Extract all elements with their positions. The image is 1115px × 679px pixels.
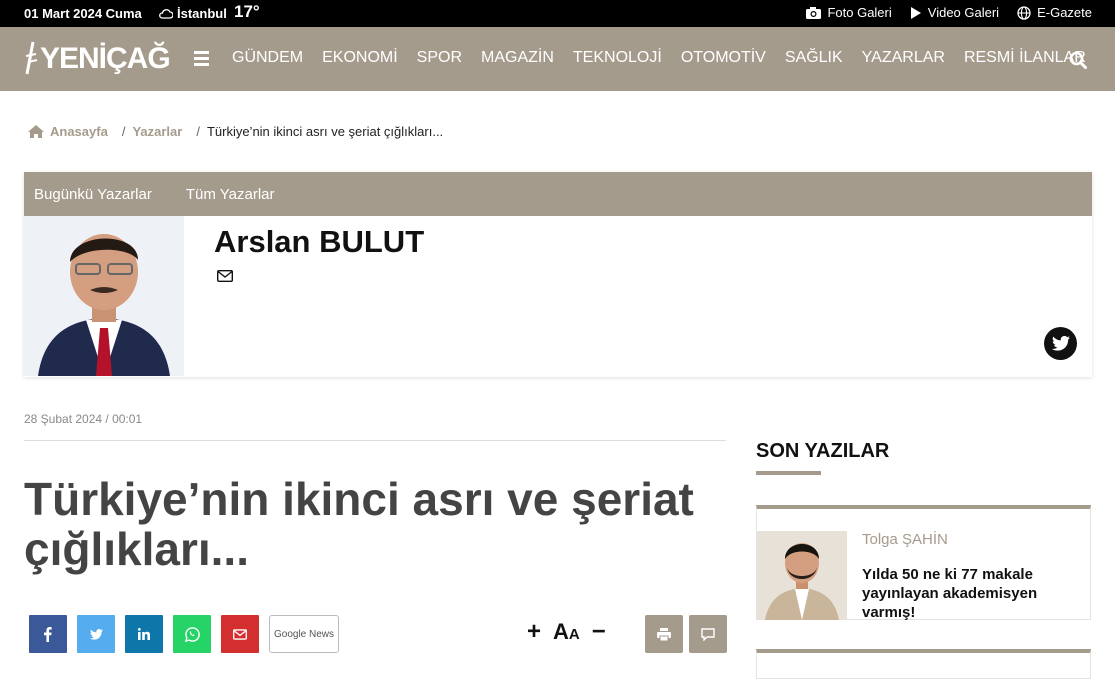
breadcrumb-home-label: Anasayfa bbox=[50, 124, 108, 139]
comment-button[interactable] bbox=[689, 615, 727, 653]
menu-item-otomotiv[interactable]: OTOMOTİV bbox=[681, 49, 766, 67]
breadcrumb-yazarlar[interactable]: Yazarlar bbox=[132, 124, 182, 139]
font-size-icon: AA bbox=[553, 619, 580, 645]
video-gallery-link[interactable]: Video Galeri bbox=[910, 5, 999, 20]
home-icon bbox=[28, 125, 44, 138]
breadcrumb-separator: / bbox=[196, 124, 200, 139]
author-box: Bugünkü Yazarlar Tüm Yazarlar Arslan BUL… bbox=[24, 172, 1092, 377]
author-name: Arslan BULUT bbox=[214, 224, 425, 259]
sidebar-title-underline bbox=[756, 471, 821, 475]
photo-gallery-label: Foto Galeri bbox=[827, 5, 892, 20]
weather-temp: 17° bbox=[234, 2, 260, 21]
twitter-share-button[interactable] bbox=[77, 615, 115, 653]
play-icon bbox=[910, 6, 921, 19]
weather-city: İstanbul bbox=[177, 6, 227, 21]
search-icon[interactable] bbox=[1069, 51, 1087, 69]
menu-item-gundem[interactable]: GÜNDEM bbox=[232, 49, 303, 67]
email-share-button[interactable] bbox=[221, 615, 259, 653]
writer-photo bbox=[757, 531, 847, 620]
author-tabs: Bugünkü Yazarlar Tüm Yazarlar bbox=[24, 172, 1092, 216]
tab-tum-yazarlar[interactable]: Tüm Yazarlar bbox=[186, 186, 275, 203]
video-gallery-label: Video Galeri bbox=[927, 5, 1000, 20]
tab-bugunku-yazarlar[interactable]: Bugünkü Yazarlar bbox=[34, 186, 152, 203]
print-button[interactable] bbox=[645, 615, 683, 653]
camera-icon bbox=[806, 6, 822, 19]
sidebar-title: SON YAZILAR bbox=[756, 440, 890, 462]
breadcrumb-home[interactable]: Anasayfa bbox=[28, 124, 108, 139]
font-size-big: A bbox=[553, 619, 569, 644]
font-increase-button[interactable]: + bbox=[527, 618, 541, 646]
twitter-icon bbox=[1051, 336, 1070, 351]
latest-article-card[interactable] bbox=[756, 649, 1091, 679]
whatsapp-icon bbox=[184, 626, 200, 642]
menu-item-ekonomi[interactable]: EKONOMİ bbox=[322, 49, 398, 67]
menu-item-teknoloji[interactable]: TEKNOLOJİ bbox=[573, 49, 662, 67]
e-gazete-link[interactable]: E-Gazete bbox=[1017, 5, 1092, 20]
card-title[interactable]: Yılda 50 ne ki 77 makale yayınlayan akad… bbox=[862, 565, 1082, 622]
mail-icon[interactable] bbox=[217, 270, 233, 282]
cloud-icon bbox=[159, 8, 173, 19]
author-twitter-button[interactable] bbox=[1044, 327, 1077, 360]
breadcrumb-separator: / bbox=[121, 124, 126, 139]
comment-icon bbox=[701, 627, 715, 641]
google-news-label: Google News bbox=[273, 628, 335, 640]
weather: İstanbul bbox=[159, 6, 227, 21]
writer-name[interactable]: Tolga ŞAHİN bbox=[862, 531, 948, 548]
article-date: 28 Şubat 2024 / 00:01 bbox=[24, 412, 143, 426]
site-logo[interactable]: YENİÇAĞ bbox=[24, 39, 171, 79]
menu-item-resmi-ilanlar[interactable]: RESMİ İLANLAR bbox=[964, 49, 1086, 67]
linkedin-icon bbox=[138, 628, 150, 640]
font-size-small: A bbox=[568, 626, 580, 643]
font-decrease-button[interactable]: − bbox=[592, 618, 606, 646]
current-date: 01 Mart 2024 Cuma bbox=[24, 6, 142, 21]
hamburger-menu-icon[interactable] bbox=[194, 51, 209, 66]
divider bbox=[24, 440, 726, 441]
photo-gallery-link[interactable]: Foto Galeri bbox=[806, 5, 892, 20]
print-icon bbox=[657, 627, 671, 641]
menu-item-magazin[interactable]: MAGAZİN bbox=[481, 49, 554, 67]
share-buttons: Google News bbox=[29, 615, 339, 653]
latest-article-card[interactable]: Tolga ŞAHİN Yılda 50 ne ki 77 makale yay… bbox=[756, 505, 1091, 622]
main-nav: YENİÇAĞ GÜNDEM EKONOMİ SPOR MAGAZİN TEKN… bbox=[0, 27, 1115, 91]
email-icon bbox=[233, 628, 247, 640]
menu-item-yazarlar[interactable]: YAZARLAR bbox=[862, 49, 945, 67]
google-news-button[interactable]: Google News bbox=[269, 615, 339, 653]
article-tools bbox=[645, 615, 727, 653]
facebook-share-button[interactable] bbox=[29, 615, 67, 653]
font-size-controls: + AA − bbox=[527, 618, 606, 646]
top-bar: 01 Mart 2024 Cuma İstanbul 17° Foto Gale… bbox=[0, 0, 1115, 27]
menu-item-saglik[interactable]: SAĞLIK bbox=[785, 49, 843, 67]
breadcrumb: Anasayfa / Yazarlar / Türkiye’nin ikinci… bbox=[28, 124, 443, 139]
e-gazete-label: E-Gazete bbox=[1037, 5, 1092, 20]
breadcrumb-current: Türkiye’nin ikinci asrı ve şeriat çığlık… bbox=[206, 124, 444, 139]
facebook-icon bbox=[44, 626, 52, 642]
article-title: Türkiye’nin ikinci asrı ve şeriat çığlık… bbox=[24, 473, 694, 575]
twitter-icon bbox=[89, 628, 103, 640]
menu-item-spor[interactable]: SPOR bbox=[417, 49, 462, 67]
logo-text: YENİÇAĞ bbox=[40, 42, 171, 75]
logo-mark-icon bbox=[25, 41, 38, 75]
whatsapp-share-button[interactable] bbox=[173, 615, 211, 653]
linkedin-share-button[interactable] bbox=[125, 615, 163, 653]
globe-icon bbox=[1017, 5, 1031, 20]
author-photo bbox=[24, 216, 184, 376]
